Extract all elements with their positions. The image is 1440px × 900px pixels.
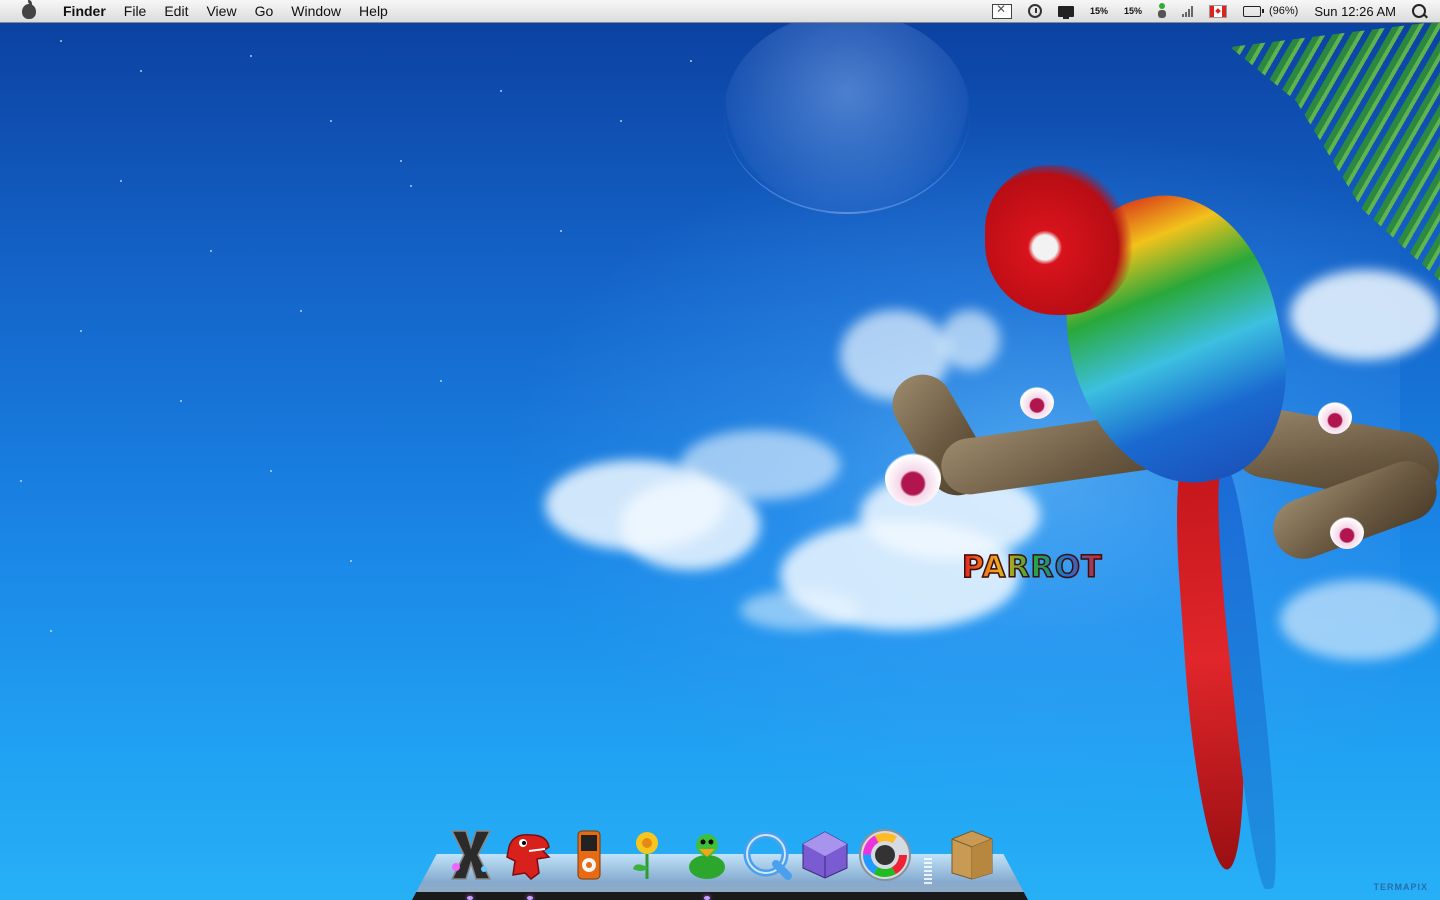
battery-icon	[1242, 5, 1264, 17]
green-duck-icon[interactable]	[682, 828, 732, 882]
wallpaper-watermark: TERMAPIX	[1373, 882, 1428, 892]
wifi-signal-icon	[1181, 5, 1193, 17]
menu-edit[interactable]: Edit	[155, 3, 197, 19]
box-icon[interactable]	[946, 828, 998, 882]
ipod-icon[interactable]	[566, 828, 612, 882]
battery-percent[interactable]: (96%)	[1269, 0, 1306, 22]
user-status-icon	[1157, 3, 1166, 19]
desktop[interactable]: PARROT TERMAPIX Finder File Edit View Go…	[0, 0, 1440, 900]
app-menu-finder[interactable]: Finder	[54, 3, 115, 19]
menu-help[interactable]: Help	[350, 3, 397, 19]
menu-file[interactable]: File	[115, 3, 156, 19]
dock-separator	[924, 858, 932, 886]
cpu-meter-1[interactable]: 15%	[1082, 0, 1116, 22]
parrot-logo-text: PARROT	[961, 549, 1103, 586]
dock	[412, 822, 1028, 900]
battery-status[interactable]	[1235, 0, 1269, 22]
x-app-icon[interactable]	[446, 828, 496, 882]
input-source-status[interactable]	[1201, 0, 1235, 22]
red-dinosaur-icon[interactable]	[502, 828, 560, 882]
menu-view[interactable]: View	[197, 3, 245, 19]
status-menus: 15% 15% (96%) Sun 12:26 AM	[984, 0, 1440, 22]
spotlight-button[interactable]	[1404, 0, 1440, 22]
menu-clock[interactable]: Sun 12:26 AM	[1306, 0, 1404, 22]
quicktime-icon[interactable]	[740, 828, 794, 882]
display-icon	[1057, 5, 1074, 19]
moon	[724, 12, 970, 214]
wifi-status[interactable]	[1174, 0, 1201, 22]
mail-status[interactable]	[984, 0, 1020, 22]
flower-icon[interactable]	[622, 828, 672, 882]
purple-cube-icon[interactable]	[800, 828, 850, 882]
user-status[interactable]	[1150, 0, 1174, 22]
mail-icon	[991, 2, 1012, 19]
menu-bar: Finder File Edit View Go Window Help 15%…	[0, 0, 1440, 23]
running-indicator-x-app	[467, 896, 473, 900]
cpu-meter-2[interactable]: 15%	[1116, 0, 1150, 22]
time-machine-icon	[1027, 4, 1042, 18]
display-status[interactable]	[1050, 0, 1082, 22]
spotlight-icon	[1412, 4, 1426, 18]
color-wheel-icon[interactable]	[858, 828, 912, 882]
running-indicator-dinosaur	[527, 896, 533, 900]
apple-menu-icon[interactable]	[22, 0, 36, 19]
running-indicator-duck	[704, 896, 710, 900]
menu-window[interactable]: Window	[282, 3, 350, 19]
menu-go[interactable]: Go	[246, 3, 283, 19]
canada-flag-icon	[1208, 4, 1227, 18]
time-machine-status[interactable]	[1020, 0, 1050, 22]
